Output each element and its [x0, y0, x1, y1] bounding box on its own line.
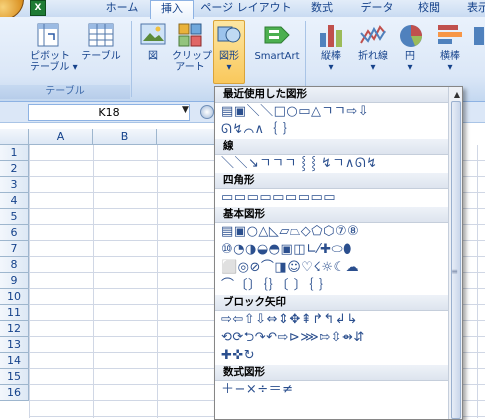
row-header[interactable]: 9: [0, 273, 29, 289]
shapes-label: 図形 ▾: [219, 51, 239, 73]
chevron-down-icon[interactable]: ▼: [182, 105, 189, 115]
column-header-c[interactable]: [157, 129, 217, 145]
pie-chart-icon: [396, 21, 426, 49]
tab-data[interactable]: データ: [355, 0, 399, 17]
column-header-b[interactable]: B: [93, 129, 157, 145]
line-chart-icon: [358, 21, 388, 49]
shape-row[interactable]: ＋−×÷＝≠: [215, 381, 462, 399]
chart-icon: [472, 21, 485, 49]
shape-row[interactable]: ▭▭▭▭▭▭▭▭▭: [215, 189, 462, 207]
name-box[interactable]: K18: [28, 104, 190, 121]
shape-row[interactable]: ▤▣＼＼□○▭△ㄱㄱ⇨⇩: [215, 103, 462, 121]
shapes-gallery-dropdown: 最近使用した図形 ▤▣＼＼□○▭△ㄱㄱ⇨⇩ ᘏ↯⌒∧｛ ｝ 線 ＼＼↘ㄱㄱㄱ ⸾…: [214, 86, 463, 420]
clipart-button[interactable]: クリップ アート: [172, 21, 212, 73]
shape-row[interactable]: ✚✜↻: [215, 347, 462, 365]
bar-chart-label: 横棒 ▾: [440, 51, 460, 73]
row-header[interactable]: 7: [0, 241, 29, 257]
row-header[interactable]: 4: [0, 193, 29, 209]
formula-splitter-icon[interactable]: [200, 105, 214, 119]
row-header[interactable]: 16: [0, 385, 29, 401]
section-header-recent: 最近使用した図形: [215, 87, 462, 103]
gallery-scrollbar[interactable]: ▲ ≡: [448, 87, 462, 419]
group-label-table: テーブル: [0, 85, 130, 99]
more-charts-button[interactable]: [472, 21, 485, 51]
select-all-corner[interactable]: [0, 129, 29, 145]
row-header[interactable]: 10: [0, 289, 29, 305]
picture-icon: [138, 21, 168, 49]
tab-page-layout[interactable]: ページ レイアウト: [198, 0, 294, 17]
row-header[interactable]: 15: [0, 369, 29, 385]
row-header[interactable]: 12: [0, 321, 29, 337]
tab-formulas[interactable]: 数式: [303, 0, 341, 17]
scroll-thumb[interactable]: [451, 101, 461, 419]
picture-label: 図: [148, 51, 158, 62]
shape-row[interactable]: ＼＼↘ㄱㄱㄱ ⸾ ⸾ ↯ㄱ∧ᘏ↯: [215, 155, 462, 173]
grip-icon: ≡: [451, 267, 458, 276]
tab-view[interactable]: 表示: [458, 0, 485, 17]
row-header[interactable]: 8: [0, 257, 29, 273]
smartart-button[interactable]: SmartArt: [253, 21, 301, 62]
row-header[interactable]: 2: [0, 161, 29, 177]
column-header-a[interactable]: A: [29, 129, 93, 145]
ribbon-tab-bar: X ホーム 挿入 ページ レイアウト 数式 データ 校閲 表示: [0, 0, 485, 20]
column-chart-icon: [316, 21, 346, 49]
excel-icon[interactable]: X: [30, 0, 46, 16]
group-separator: [131, 21, 132, 97]
row-header[interactable]: 1: [0, 145, 29, 161]
section-header-block-arrows: ブロック矢印: [215, 295, 462, 311]
picture-button[interactable]: 図: [138, 21, 168, 62]
scroll-up-icon[interactable]: ▲: [454, 90, 460, 99]
pivot-table-button[interactable]: ピボット テーブル ▾: [30, 21, 78, 73]
table-label: テーブル: [81, 51, 121, 62]
column-chart-label: 縦棒 ▾: [321, 51, 341, 73]
shape-row[interactable]: ▤▣○△◺▱⏢◇⬠⬡⑦⑧: [215, 223, 462, 241]
line-chart-label: 折れ線 ▾: [358, 51, 388, 73]
row-header[interactable]: 11: [0, 305, 29, 321]
smartart-icon: [262, 21, 292, 49]
pie-chart-label: 円 ▾: [405, 51, 415, 73]
table-button[interactable]: テーブル: [80, 21, 122, 62]
tab-review[interactable]: 校閲: [410, 0, 448, 17]
shape-row[interactable]: ⌒〔〕｛｝〔 〕｛ ｝: [215, 277, 462, 295]
shape-row[interactable]: ⬜◎⊘⌒◨☺♡☇☼☾☁: [215, 259, 462, 277]
section-header-lines: 線: [215, 139, 462, 155]
row-header[interactable]: 5: [0, 209, 29, 225]
shapes-icon: [214, 21, 244, 49]
bar-chart-button[interactable]: 横棒 ▾: [432, 21, 468, 73]
table-icon: [86, 21, 116, 49]
shape-row[interactable]: ᘏ↯⌒∧｛ ｝: [215, 121, 462, 139]
smartart-label: SmartArt: [254, 51, 300, 62]
tab-home[interactable]: ホーム: [100, 0, 144, 17]
section-header-equation-shapes: 数式図形: [215, 365, 462, 381]
row-header[interactable]: 6: [0, 225, 29, 241]
shape-row[interactable]: ⑩◔◑◒◓▣◫∟⁄✚⬭⬮: [215, 241, 462, 259]
clipart-icon: [175, 21, 205, 49]
row-header[interactable]: 13: [0, 337, 29, 353]
tab-insert[interactable]: 挿入: [150, 0, 194, 19]
shape-row[interactable]: ⟲⟳⮌↷↶⇨⊳⋙⇰⇳⇴⇵: [215, 329, 462, 347]
shapes-button[interactable]: 図形 ▾: [213, 20, 245, 84]
pivot-table-label: ピボット テーブル ▾: [30, 51, 78, 73]
row-header[interactable]: 14: [0, 353, 29, 369]
shape-row[interactable]: ⇨⇦⇧⇩⇔⇕✥⇞↱↰↲↳: [215, 311, 462, 329]
pivot-table-icon: [33, 21, 63, 49]
column-chart-button[interactable]: 縦棒 ▾: [312, 21, 350, 73]
section-header-basic-shapes: 基本図形: [215, 207, 462, 223]
section-header-rectangles: 四角形: [215, 173, 462, 189]
bar-chart-icon: [435, 21, 465, 49]
row-header[interactable]: 3: [0, 177, 29, 193]
clipart-label: クリップ アート: [172, 51, 212, 73]
line-chart-button[interactable]: 折れ線 ▾: [352, 21, 394, 73]
pie-chart-button[interactable]: 円 ▾: [396, 21, 424, 73]
